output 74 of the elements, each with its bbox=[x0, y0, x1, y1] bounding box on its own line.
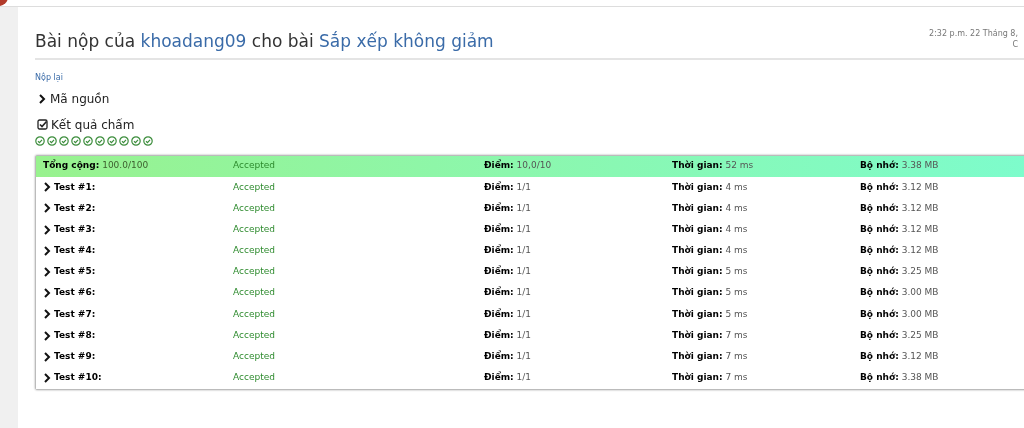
time-text: Thời gian: 4 ms bbox=[672, 180, 749, 194]
time-text: Thời gian: 4 ms bbox=[672, 244, 749, 258]
memory-text: Bộ nhớ: 3.12 MB bbox=[860, 350, 940, 364]
test-label: Test #7: bbox=[54, 307, 96, 321]
test-label: Test #4: bbox=[54, 244, 96, 258]
check-circle-icon bbox=[83, 135, 93, 146]
time-text: Thời gian: 7 ms bbox=[672, 328, 749, 342]
time-text: Thời gian: 52 ms bbox=[672, 159, 755, 173]
memory-text: Bộ nhớ: 3.12 MB bbox=[860, 244, 940, 258]
check-circle-icon bbox=[47, 135, 57, 146]
points-text: Điểm: 1/1 bbox=[484, 328, 533, 342]
time-text: Thời gian: 5 ms bbox=[672, 286, 749, 300]
memory-text: Bộ nhớ: 3.12 MB bbox=[860, 201, 940, 215]
points-text: Điểm: 1/1 bbox=[484, 222, 533, 236]
test-label: Test #1: bbox=[54, 180, 96, 194]
status-text: Accepted bbox=[233, 159, 276, 173]
page-title: Bài nộp của khoadang09 cho bài Sắp xếp không giảm bbox=[35, 30, 494, 53]
test-label: Test #9: bbox=[54, 350, 96, 364]
test-label: Test #3: bbox=[54, 222, 96, 236]
points-text: Điểm: 1/1 bbox=[484, 286, 533, 300]
points-text: Điểm: 10,0/10 bbox=[484, 159, 553, 173]
test-label: Test #5: bbox=[54, 265, 96, 279]
check-circle-icon bbox=[71, 135, 81, 146]
test-label: Test #2: bbox=[54, 201, 96, 215]
check-circle-icon bbox=[143, 135, 153, 146]
timestamp-continuation: C bbox=[1012, 39, 1018, 50]
points-text: Điểm: 1/1 bbox=[484, 265, 533, 279]
test-label: Test #10: bbox=[54, 371, 102, 385]
test-label: Test #6: bbox=[54, 286, 96, 300]
points-text: Điểm: 1/1 bbox=[484, 244, 533, 258]
resubmit-link[interactable]: Nộp lại bbox=[35, 71, 1024, 84]
status-text: Accepted bbox=[233, 328, 276, 342]
memory-text: Bộ nhớ: 3.25 MB bbox=[860, 328, 940, 342]
points-text: Điểm: 1/1 bbox=[484, 201, 533, 215]
memory-text: Bộ nhớ: 3.12 MB bbox=[860, 180, 940, 194]
points-text: Điểm: 1/1 bbox=[484, 180, 533, 194]
points-text: Điểm: 1/1 bbox=[484, 371, 533, 385]
user-link[interactable]: khoadang09 bbox=[140, 31, 247, 51]
problem-link[interactable]: Sắp xếp không giảm bbox=[319, 31, 494, 51]
memory-text: Bộ nhớ: 3.00 MB bbox=[860, 307, 940, 321]
status-text: Accepted bbox=[233, 244, 276, 258]
status-text: Accepted bbox=[233, 180, 276, 194]
source-toggle[interactable]: Mã nguồn bbox=[38, 89, 110, 108]
status-text: Accepted bbox=[233, 286, 276, 300]
status-text: Accepted bbox=[233, 371, 276, 385]
status-text: Accepted bbox=[233, 265, 276, 279]
memory-text: Bộ nhớ: 3.38 MB bbox=[860, 371, 940, 385]
check-circle-icon bbox=[119, 135, 129, 146]
check-circle-icon bbox=[131, 135, 141, 146]
test-label: Test #8: bbox=[54, 328, 96, 342]
time-text: Thời gian: 5 ms bbox=[672, 265, 749, 279]
check-circle-icon bbox=[59, 135, 69, 146]
memory-text: Bộ nhớ: 3.25 MB bbox=[860, 265, 940, 279]
results-heading: Kết quả chấm bbox=[51, 116, 135, 134]
total-score-text: Tổng cộng: 100.0/100 bbox=[43, 159, 149, 173]
status-text: Accepted bbox=[233, 222, 276, 236]
timestamp-text: 2:32 p.m. 22 Tháng 8, bbox=[929, 28, 1018, 39]
time-text: Thời gian: 5 ms bbox=[672, 307, 749, 321]
points-text: Điểm: 1/1 bbox=[484, 350, 533, 364]
memory-text: Bộ nhớ: 3.38 MB bbox=[860, 159, 940, 173]
status-text: Accepted bbox=[233, 307, 276, 321]
time-text: Thời gian: 4 ms bbox=[672, 201, 749, 215]
time-text: Thời gian: 7 ms bbox=[672, 371, 749, 385]
test-row[interactable]: Test #10: Accepted Điểm: 1/1 Thời gian: 7 ms Bộ nhớ: 3.38 MB bbox=[36, 367, 1024, 389]
status-text: Accepted bbox=[233, 201, 276, 215]
memory-text: Bộ nhớ: 3.12 MB bbox=[860, 222, 940, 236]
points-text: Điểm: 1/1 bbox=[484, 307, 533, 321]
memory-text: Bộ nhớ: 3.00 MB bbox=[860, 286, 940, 300]
time-text: Thời gian: 7 ms bbox=[672, 350, 749, 364]
check-circle-icon bbox=[35, 135, 45, 146]
check-circle-icon bbox=[107, 135, 117, 146]
time-text: Thời gian: 4 ms bbox=[672, 222, 749, 236]
check-circle-icon bbox=[95, 135, 105, 146]
status-text: Accepted bbox=[233, 350, 276, 364]
